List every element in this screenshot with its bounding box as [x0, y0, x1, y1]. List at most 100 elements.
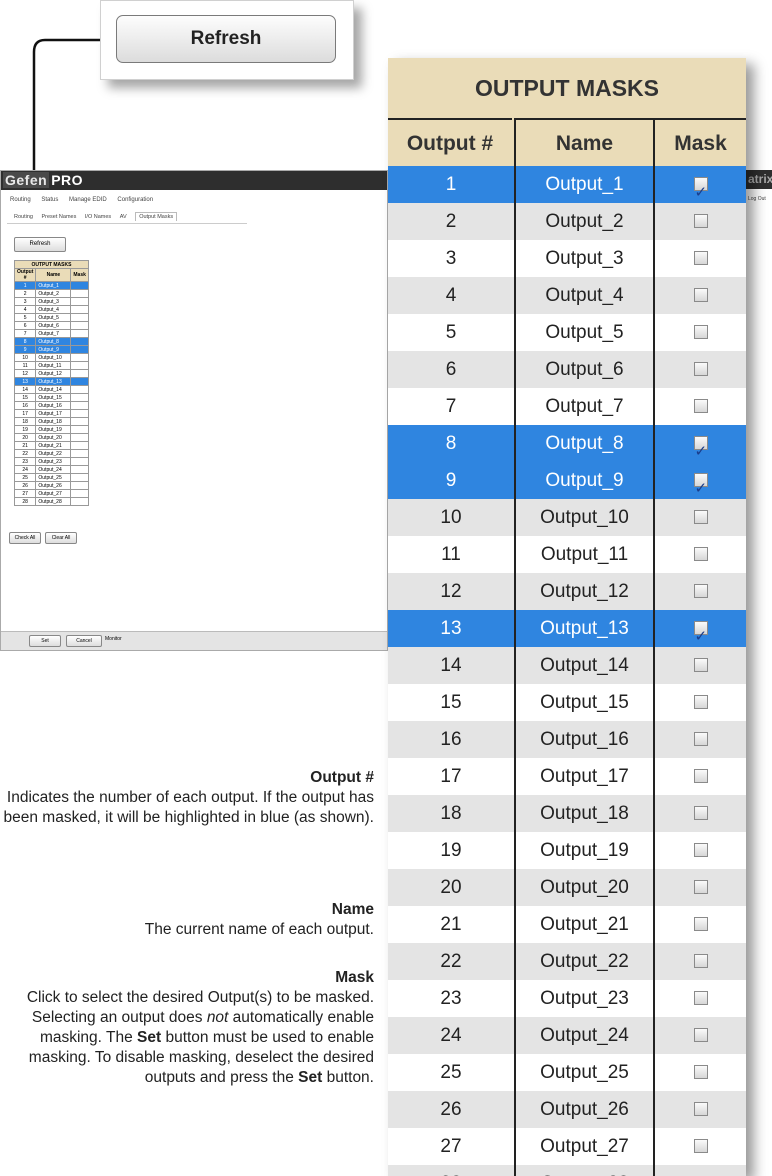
mask-cell [655, 832, 746, 869]
mini-table-row: 17 Output_17 [13, 409, 89, 418]
mini-mask-checkbox[interactable] [70, 321, 89, 330]
desc-mask-title: Mask [335, 969, 374, 986]
table-row: 8 Output_8 [388, 425, 746, 470]
mini-output-name: Output_26 [35, 481, 72, 490]
mask-cell [655, 203, 746, 240]
mask-checkbox[interactable] [693, 954, 708, 968]
mini-mask-checkbox[interactable] [70, 433, 89, 442]
mini-mask-checkbox[interactable] [70, 305, 89, 314]
mini-mask-checkbox[interactable] [70, 377, 89, 386]
mask-cell [655, 610, 746, 655]
mini-output-number: 7 [13, 329, 37, 338]
mini-output-name: Output_23 [35, 457, 72, 466]
mini-mask-checkbox[interactable] [70, 473, 89, 482]
mask-checkbox[interactable] [693, 658, 708, 672]
mask-checkbox[interactable] [693, 251, 708, 265]
mini-table-row: 27 Output_27 [13, 489, 89, 498]
mini-mask-checkbox[interactable] [70, 401, 89, 410]
mask-checkbox[interactable] [693, 510, 708, 524]
mask-checkbox[interactable] [693, 325, 708, 339]
mini-output-number: 5 [13, 313, 37, 322]
mask-checkbox[interactable] [693, 880, 708, 894]
mini-mask-checkbox[interactable] [70, 329, 89, 338]
mini-mask-checkbox[interactable] [70, 457, 89, 466]
app-title-fragment: atrix [748, 172, 772, 186]
mask-checkbox[interactable] [693, 1028, 708, 1042]
tab-io-names[interactable]: I/O Names [85, 214, 111, 220]
output-name: Output_16 [514, 721, 655, 758]
mini-table-row: 23 Output_23 [13, 457, 89, 466]
mini-mask-checkbox[interactable] [70, 289, 89, 298]
mini-mask-checkbox[interactable] [70, 417, 89, 426]
mask-checkbox[interactable] [693, 917, 708, 931]
tab-preset-names[interactable]: Preset Names [42, 214, 77, 220]
mask-checkbox[interactable] [693, 362, 708, 376]
mask-checkbox[interactable] [693, 288, 708, 302]
mask-checkbox[interactable] [693, 695, 708, 709]
monitor-toggle[interactable]: Monitor [105, 636, 122, 642]
mini-table-row: 2 Output_2 [13, 289, 89, 298]
mini-mask-checkbox[interactable] [70, 441, 89, 450]
mini-refresh-button[interactable]: Refresh [14, 237, 66, 252]
cancel-button[interactable]: Cancel [66, 635, 102, 647]
table-row: 22 Output_22 [388, 943, 746, 980]
mini-mask-checkbox[interactable] [70, 281, 89, 290]
mask-checkbox[interactable] [693, 584, 708, 598]
mask-checkbox[interactable] [693, 433, 708, 470]
mask-checkbox[interactable] [693, 399, 708, 413]
nav-configuration[interactable]: Configuration [117, 197, 153, 203]
mask-checkbox[interactable] [693, 769, 708, 783]
mask-checkbox[interactable] [693, 174, 708, 211]
col-mask-header: Mask [655, 118, 746, 166]
tab-av[interactable]: AV [120, 214, 127, 220]
mask-checkbox[interactable] [693, 470, 708, 507]
mini-mask-checkbox[interactable] [70, 369, 89, 378]
mask-cell [655, 166, 746, 211]
mask-checkbox[interactable] [693, 1139, 708, 1153]
mini-mask-checkbox[interactable] [70, 361, 89, 370]
mini-mask-checkbox[interactable] [70, 425, 89, 434]
mask-checkbox[interactable] [693, 806, 708, 820]
mask-checkbox[interactable] [693, 843, 708, 857]
mini-output-number: 28 [13, 497, 37, 506]
mini-output-number: 2 [13, 289, 37, 298]
refresh-button[interactable]: Refresh [116, 15, 336, 63]
mini-mask-checkbox[interactable] [70, 465, 89, 474]
mask-checkbox[interactable] [693, 618, 708, 655]
mask-checkbox[interactable] [693, 732, 708, 746]
mini-mask-checkbox[interactable] [70, 489, 89, 498]
mini-output-name: Output_3 [35, 297, 72, 306]
mini-mask-checkbox[interactable] [70, 481, 89, 490]
mini-mask-checkbox[interactable] [70, 497, 89, 506]
mask-cell [655, 1054, 746, 1091]
tab-output-masks[interactable]: Output Masks [135, 212, 178, 221]
logout-link[interactable]: Log Out [748, 196, 766, 202]
mini-mask-checkbox[interactable] [70, 449, 89, 458]
set-button[interactable]: Set [29, 635, 61, 647]
mini-mask-checkbox[interactable] [70, 313, 89, 322]
mini-mask-checkbox[interactable] [70, 297, 89, 306]
mini-mask-checkbox[interactable] [70, 345, 89, 354]
mini-output-number: 21 [13, 441, 37, 450]
nav-status[interactable]: Status [41, 197, 58, 203]
output-name: Output_11 [514, 536, 655, 573]
mask-checkbox[interactable] [693, 1065, 708, 1079]
mini-table-row: 13 Output_13 [13, 377, 89, 386]
mini-mask-checkbox[interactable] [70, 409, 89, 418]
mini-mask-checkbox[interactable] [70, 353, 89, 362]
output-number: 12 [440, 581, 462, 602]
mask-checkbox[interactable] [693, 1102, 708, 1116]
output-name: Output_14 [514, 647, 655, 684]
output-number: 5 [445, 322, 457, 343]
clear-all-button[interactable]: Clear All [45, 532, 77, 544]
mini-mask-checkbox[interactable] [70, 337, 89, 346]
mask-checkbox[interactable] [693, 991, 708, 1005]
mask-checkbox[interactable] [693, 547, 708, 561]
nav-routing[interactable]: Routing [10, 197, 31, 203]
mini-mask-checkbox[interactable] [70, 393, 89, 402]
check-all-button[interactable]: Check All [9, 532, 41, 544]
nav-manage-edid[interactable]: Manage EDID [69, 197, 107, 203]
tab-routing[interactable]: Routing [14, 214, 33, 220]
mini-mask-checkbox[interactable] [70, 385, 89, 394]
mask-checkbox[interactable] [693, 214, 708, 228]
